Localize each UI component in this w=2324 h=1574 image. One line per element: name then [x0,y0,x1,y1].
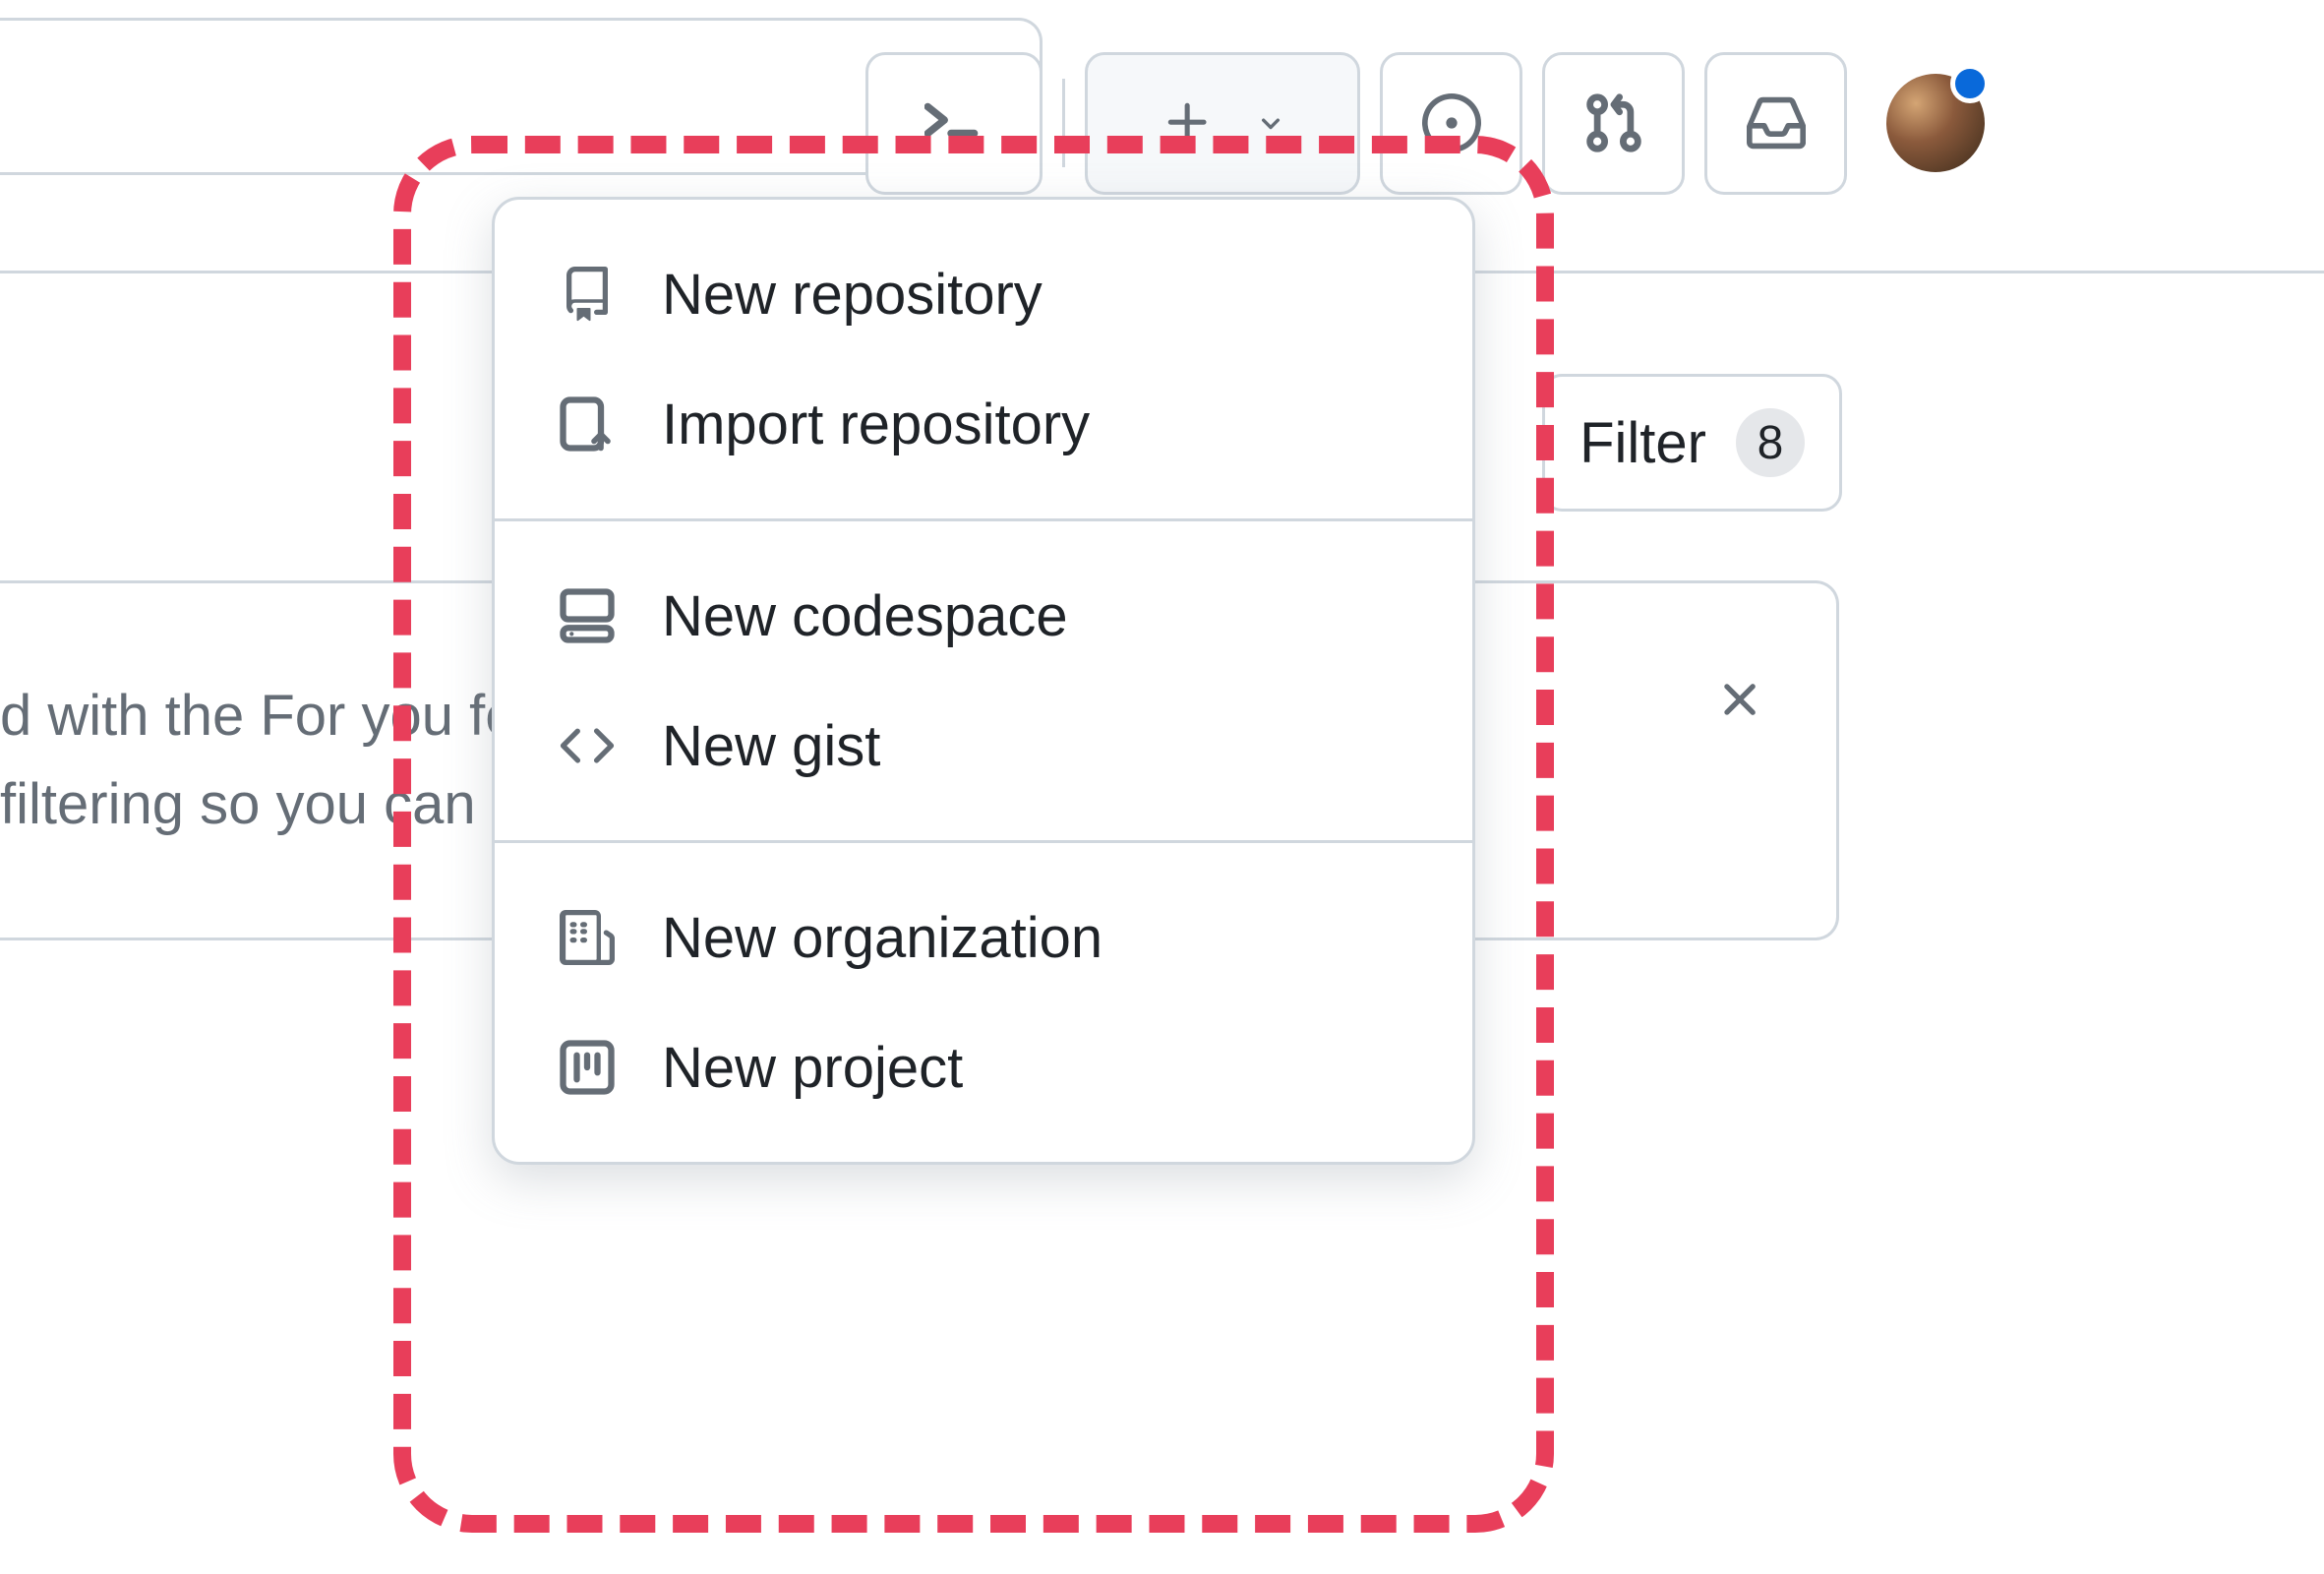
repo-push-icon [554,391,621,457]
pull-requests-button[interactable] [1542,52,1685,195]
repo-icon [554,261,621,328]
create-new-button[interactable] [1085,52,1360,195]
chevron-down-icon [1251,90,1290,156]
menu-item-label: Import repository [662,392,1090,457]
new-repository-item[interactable]: New repository [495,229,1472,359]
filter-label: Filter [1579,410,1706,476]
new-gist-item[interactable]: New gist [495,681,1472,811]
issues-button[interactable] [1380,52,1522,195]
new-codespace-item[interactable]: New codespace [495,551,1472,681]
issue-icon [1418,90,1485,156]
close-button[interactable] [1712,672,1767,727]
menu-item-label: New gist [662,713,880,779]
create-new-dropdown: New repository Import repository New cod… [492,197,1475,1165]
organization-icon [554,904,621,971]
pull-request-icon [1580,90,1647,156]
menu-item-label: New organization [662,905,1102,971]
project-icon [554,1034,621,1101]
inbox-button[interactable] [1704,52,1847,195]
filter-button[interactable]: Filter 8 [1542,374,1842,512]
menu-item-label: New project [662,1035,963,1101]
divider [1062,79,1065,167]
filter-count-badge: 8 [1736,408,1805,477]
command-palette-button[interactable] [865,52,1043,195]
menu-item-label: New repository [662,262,1043,328]
terminal-icon [905,74,1003,172]
notification-dot [1950,64,1990,103]
new-project-item[interactable]: New project [495,1002,1472,1132]
inbox-icon [1743,90,1810,156]
new-organization-item[interactable]: New organization [495,873,1472,1002]
codespace-icon [554,582,621,649]
import-repository-item[interactable]: Import repository [495,359,1472,489]
code-icon [554,712,621,779]
plus-icon [1155,90,1222,156]
menu-item-label: New codespace [662,583,1068,649]
